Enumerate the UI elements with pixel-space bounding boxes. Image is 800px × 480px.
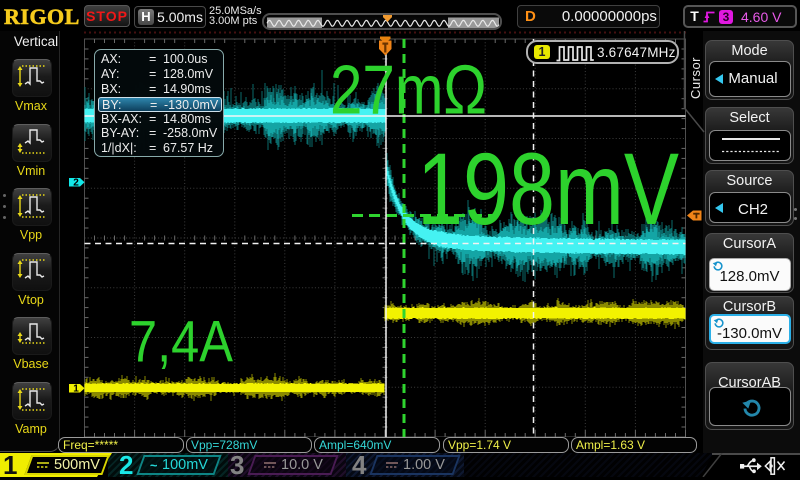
svg-text:7,4A: 7,4A	[129, 310, 233, 375]
svg-text:2: 2	[73, 177, 79, 188]
svg-text:1: 1	[73, 383, 79, 394]
svg-text:198mV: 198mV	[417, 132, 679, 246]
svg-text:27mΩ: 27mΩ	[330, 51, 487, 129]
